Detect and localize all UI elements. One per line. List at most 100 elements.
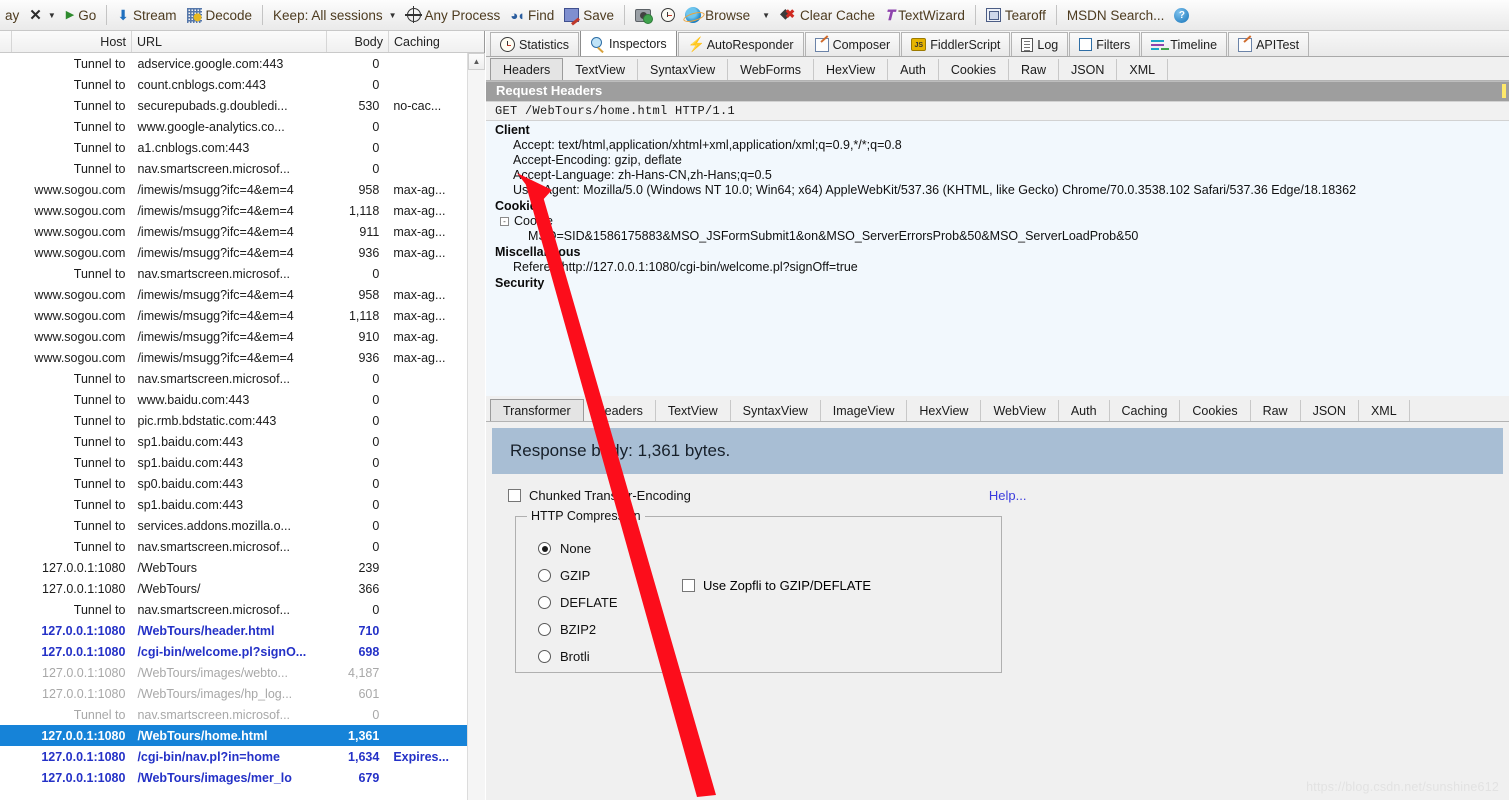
decode-button[interactable]: Decode xyxy=(182,3,258,28)
response-inspector-tab-strip[interactable]: TransformerHeadersTextViewSyntaxViewImag… xyxy=(486,398,1509,422)
response-tab-imageview[interactable]: ImageView xyxy=(821,400,908,421)
screenshot-button[interactable] xyxy=(630,3,656,28)
request-tab-raw[interactable]: Raw xyxy=(1009,59,1059,80)
table-row[interactable]: www.sogou.com/imewis/msugg?ifc=4&em=41,1… xyxy=(0,200,467,221)
scroll-up-button[interactable]: ▲ xyxy=(468,53,485,70)
radio-button[interactable] xyxy=(538,569,551,582)
table-row[interactable]: Tunnel tosp1.baidu.com:4430 xyxy=(0,452,467,473)
tearoff-button[interactable]: Tearoff xyxy=(981,3,1051,28)
table-row[interactable]: Tunnel tonav.smartscreen.microsof...0 xyxy=(0,263,467,284)
column-header-caching[interactable]: Caching xyxy=(389,31,469,52)
zopfli-row[interactable]: Use Zopfli to GZIP/DEFLATE xyxy=(682,578,871,593)
table-row[interactable]: Tunnel tonav.smartscreen.microsof...0 xyxy=(0,536,467,557)
sessions-vertical-scrollbar[interactable]: ▲ xyxy=(467,53,484,800)
table-row[interactable]: 127.0.0.1:1080/WebTours/images/webto...4… xyxy=(0,662,467,683)
table-row[interactable]: Tunnel toservices.addons.mozilla.o...0 xyxy=(0,515,467,536)
tab-composer[interactable]: Composer xyxy=(805,32,901,56)
table-row[interactable]: www.sogou.com/imewis/msugg?ifc=4&em=4936… xyxy=(0,242,467,263)
header-item[interactable]: Accept-Encoding: gzip, deflate xyxy=(486,152,1509,167)
table-row[interactable]: Tunnel tocount.cnblogs.com:4430 xyxy=(0,74,467,95)
header-item[interactable]: Accept: text/html,application/xhtml+xml,… xyxy=(486,137,1509,152)
compression-radio-list[interactable]: NoneGZIPDEFLATEBZIP2Brotli xyxy=(516,517,1001,670)
request-tab-json[interactable]: JSON xyxy=(1059,59,1117,80)
table-row[interactable]: www.sogou.com/imewis/msugg?ifc=4&em=4910… xyxy=(0,326,467,347)
response-tab-transformer[interactable]: Transformer xyxy=(490,399,584,421)
table-row[interactable]: www.sogou.com/imewis/msugg?ifc=4&em=4911… xyxy=(0,221,467,242)
table-row[interactable]: Tunnel toa1.cnblogs.com:4430 xyxy=(0,137,467,158)
table-row[interactable]: Tunnel toadservice.google.com:4430 xyxy=(0,53,467,74)
clear-cache-button[interactable]: Clear Cache xyxy=(775,3,880,28)
tab-inspectors[interactable]: Inspectors xyxy=(580,31,677,56)
table-row[interactable]: 127.0.0.1:1080/cgi-bin/welcome.pl?signO.… xyxy=(0,641,467,662)
response-tab-headers[interactable]: Headers xyxy=(584,400,656,421)
table-row[interactable]: Tunnel tonav.smartscreen.microsof...0 xyxy=(0,368,467,389)
stream-button[interactable]: ⬇ Stream xyxy=(112,3,181,28)
scrollbar-track[interactable] xyxy=(468,70,485,800)
table-row[interactable]: Tunnel tonav.smartscreen.microsof...0 xyxy=(0,704,467,725)
header-item[interactable]: Accept-Language: zh-Hans-CN,zh-Hans;q=0.… xyxy=(486,167,1509,182)
compression-option-bzip2[interactable]: BZIP2 xyxy=(538,616,1001,643)
radio-button[interactable] xyxy=(538,542,551,555)
table-row[interactable]: Tunnel tosp1.baidu.com:4430 xyxy=(0,431,467,452)
remove-button[interactable]: ✕ ▼ xyxy=(24,3,61,28)
keep-sessions-dropdown[interactable]: Keep: All sessions ▼ xyxy=(268,3,401,28)
header-tree-node[interactable]: -Cookie xyxy=(486,213,1509,228)
table-row[interactable]: Tunnel tosp1.baidu.com:4430 xyxy=(0,494,467,515)
table-row[interactable]: www.sogou.com/imewis/msugg?ifc=4&em=4958… xyxy=(0,179,467,200)
table-row[interactable]: www.sogou.com/imewis/msugg?ifc=4&em=4936… xyxy=(0,347,467,368)
go-button[interactable]: ▶ Go xyxy=(61,3,101,28)
request-tab-hexview[interactable]: HexView xyxy=(814,59,888,80)
table-row[interactable]: 127.0.0.1:1080/cgi-bin/nav.pl?in=home1,6… xyxy=(0,746,467,767)
chunked-transfer-checkbox[interactable] xyxy=(508,489,521,502)
compression-option-none[interactable]: None xyxy=(538,535,1001,562)
table-row[interactable]: 127.0.0.1:1080/WebTours/images/mer_lo679 xyxy=(0,767,467,788)
radio-button[interactable] xyxy=(538,596,551,609)
table-row[interactable]: Tunnel towww.google-analytics.co...0 xyxy=(0,116,467,137)
column-header-host[interactable]: Host xyxy=(12,31,132,52)
table-row[interactable]: 127.0.0.1:1080/WebTours239 xyxy=(0,557,467,578)
table-row[interactable]: 127.0.0.1:1080/WebTours/home.html1,361 xyxy=(0,725,467,746)
help-link[interactable]: Help... xyxy=(989,488,1027,503)
response-tab-xml[interactable]: XML xyxy=(1359,400,1410,421)
table-row[interactable]: Tunnel tonav.smartscreen.microsof...0 xyxy=(0,599,467,620)
chunked-transfer-row[interactable]: Chunked Transfer-Encoding Help... xyxy=(508,488,1509,503)
tab-fiddlerscript[interactable]: JSFiddlerScript xyxy=(901,32,1010,56)
response-tab-caching[interactable]: Caching xyxy=(1110,400,1181,421)
compression-option-deflate[interactable]: DEFLATE xyxy=(538,589,1001,616)
table-row[interactable]: Tunnel topic.rmb.bdstatic.com:4430 xyxy=(0,410,467,431)
request-tab-xml[interactable]: XML xyxy=(1117,59,1168,80)
table-row[interactable]: www.sogou.com/imewis/msugg?ifc=4&em=41,1… xyxy=(0,305,467,326)
tree-collapse-icon[interactable]: - xyxy=(500,217,509,226)
table-row[interactable]: Tunnel tosecurepubads.g.doubledi...530no… xyxy=(0,95,467,116)
request-tab-auth[interactable]: Auth xyxy=(888,59,939,80)
zopfli-checkbox[interactable] xyxy=(682,579,695,592)
tab-statistics[interactable]: Statistics xyxy=(490,32,579,56)
response-tab-webview[interactable]: WebView xyxy=(981,400,1058,421)
table-row[interactable]: www.sogou.com/imewis/msugg?ifc=4&em=4958… xyxy=(0,284,467,305)
header-item[interactable]: Referer: http://127.0.0.1:1080/cgi-bin/w… xyxy=(486,259,1509,274)
compression-option-brotli[interactable]: Brotli xyxy=(538,643,1001,670)
column-header-body[interactable]: Body xyxy=(327,31,389,52)
tab-timeline[interactable]: Timeline xyxy=(1141,32,1227,56)
table-row[interactable]: 127.0.0.1:1080/WebTours/header.html710 xyxy=(0,620,467,641)
column-header-url[interactable]: URL xyxy=(132,31,327,52)
request-inspector-tab-strip[interactable]: HeadersTextViewSyntaxViewWebFormsHexView… xyxy=(486,57,1509,81)
header-item[interactable]: User-Agent: Mozilla/5.0 (Windows NT 10.0… xyxy=(486,182,1509,197)
response-tab-json[interactable]: JSON xyxy=(1301,400,1359,421)
header-sub-item[interactable]: MSO=SID&1586175883&MSO_JSFormSubmit1&on&… xyxy=(486,228,1509,243)
table-row[interactable]: 127.0.0.1:1080/WebTours/images/hp_log...… xyxy=(0,683,467,704)
sessions-rows[interactable]: Tunnel toadservice.google.com:4430Tunnel… xyxy=(0,53,467,800)
help-button[interactable]: ? xyxy=(1169,3,1194,28)
textwizard-button[interactable]: 𝐓 TextWizard xyxy=(880,3,970,28)
tab-filters[interactable]: Filters xyxy=(1069,32,1140,56)
any-process-button[interactable]: Any Process xyxy=(402,3,506,28)
tab-log[interactable]: Log xyxy=(1011,32,1068,56)
request-tab-syntaxview[interactable]: SyntaxView xyxy=(638,59,728,80)
response-tab-hexview[interactable]: HexView xyxy=(907,400,981,421)
response-tab-raw[interactable]: Raw xyxy=(1251,400,1301,421)
timer-button[interactable] xyxy=(656,3,680,28)
radio-button[interactable] xyxy=(538,650,551,663)
request-tab-headers[interactable]: Headers xyxy=(490,58,563,80)
chevron-down-icon[interactable]: ▼ xyxy=(762,11,770,20)
find-button[interactable]: ◕◖ Find xyxy=(505,3,559,28)
